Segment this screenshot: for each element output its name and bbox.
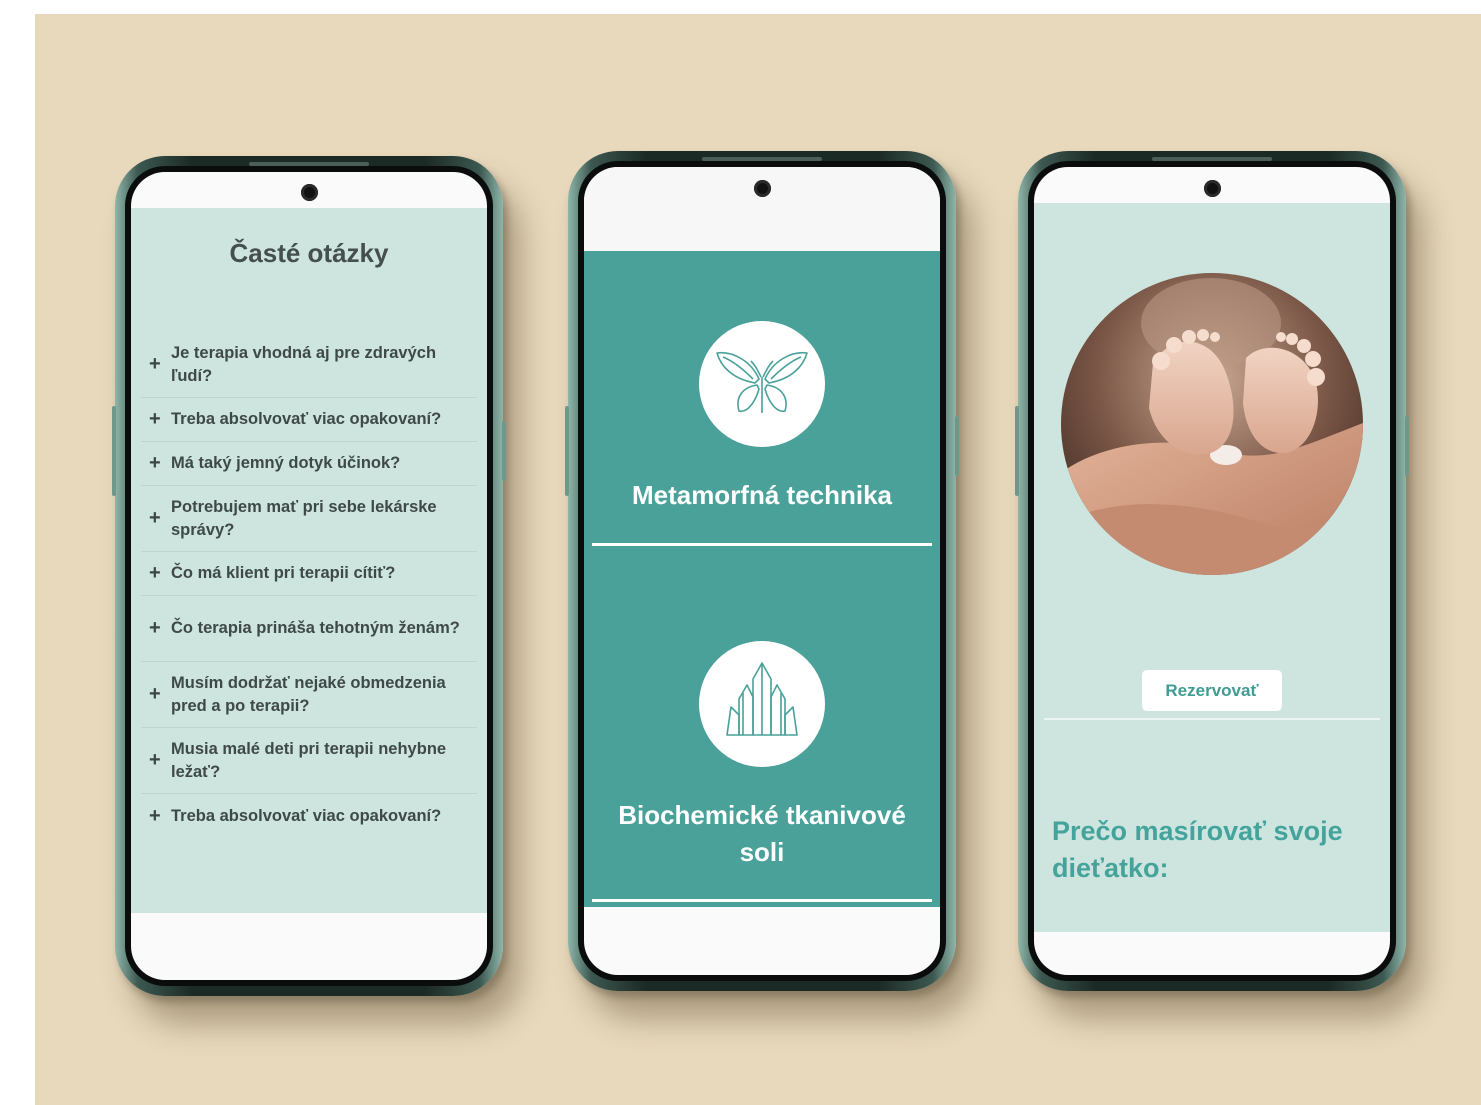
faq-item[interactable]: + Čo má klient pri terapii cítiť?	[141, 552, 477, 596]
faq-item[interactable]: + Musia malé deti pri terapii nehybne le…	[141, 728, 477, 794]
plus-icon: +	[149, 452, 161, 474]
divider	[1044, 718, 1380, 720]
phone-services: Metamorfná technika Biochemické tkanivov…	[565, 151, 959, 991]
plus-icon: +	[149, 408, 161, 430]
faq-question: Je terapia vhodná aj pre zdravých ľudí?	[171, 343, 437, 385]
divider	[592, 899, 932, 902]
divider	[592, 543, 932, 546]
phone-side-button	[955, 416, 959, 476]
faq-question: Musia malé deti pri terapii nehybne leža…	[171, 739, 447, 781]
phone-bezel: Časté otázky + Je terapia vhodná aj pre …	[125, 166, 493, 986]
faq-question: Potrebujem mať pri sebe lekárske správy?	[171, 497, 437, 539]
plus-icon: +	[149, 562, 161, 584]
service-title[interactable]: Biochemické tkanivové soli	[584, 797, 940, 871]
phone-bezel: Metamorfná technika Biochemické tkanivov…	[578, 161, 946, 981]
faq-question: Čo terapia prináša tehotným ženám?	[171, 619, 460, 637]
faq-item[interactable]: + Musím dodržať nejaké obmedzenia pred a…	[141, 662, 477, 728]
massage-content: Rezervovať Prečo masírovať svoje dieťatk…	[1034, 203, 1390, 932]
baby-feet-photo	[1061, 273, 1363, 575]
faq-question: Treba absolvovať viac opakovaní?	[171, 410, 442, 428]
front-camera	[301, 184, 318, 201]
faq-item[interactable]: + Čo terapia prináša tehotným ženám?	[141, 596, 477, 662]
faq-content: Časté otázky + Je terapia vhodná aj pre …	[131, 208, 487, 913]
plus-icon: +	[149, 353, 161, 375]
faq-item[interactable]: + Je terapia vhodná aj pre zdravých ľudí…	[141, 332, 477, 398]
services-list: Metamorfná technika Biochemické tkanivov…	[584, 251, 940, 907]
faq-screen: Časté otázky + Je terapia vhodná aj pre …	[131, 172, 487, 980]
phone-side-button	[112, 406, 116, 496]
phone-side-button	[502, 421, 506, 481]
service-icon-circle[interactable]	[699, 321, 825, 447]
phone-side-button	[565, 406, 569, 496]
phone-faq: Časté otázky + Je terapia vhodná aj pre …	[112, 156, 506, 996]
faq-item[interactable]: + Potrebujem mať pri sebe lekárske správ…	[141, 486, 477, 552]
front-camera	[1204, 180, 1221, 197]
faq-question: Čo má klient pri terapii cítiť?	[171, 564, 396, 582]
plus-icon: +	[149, 683, 161, 705]
faq-question: Treba absolvovať viac opakovaní?	[171, 806, 442, 825]
service-icon-circle[interactable]	[699, 641, 825, 767]
faq-item[interactable]: + Má taký jemný dotyk účinok?	[141, 442, 477, 486]
reserve-button[interactable]: Rezervovať	[1142, 670, 1282, 711]
faq-list: + Je terapia vhodná aj pre zdravých ľudí…	[141, 332, 477, 838]
crystal-icon	[726, 662, 798, 736]
service-title[interactable]: Metamorfná technika	[584, 477, 940, 514]
phone-side-button	[1405, 416, 1409, 476]
butterfly-icon	[716, 352, 808, 413]
front-camera	[754, 180, 771, 197]
plus-icon: +	[149, 749, 161, 771]
massage-screen: Rezervovať Prečo masírovať svoje dieťatk…	[1034, 167, 1390, 975]
faq-item[interactable]: + Treba absolvovať viac opakovaní?	[141, 794, 477, 838]
section-heading: Prečo masírovať svoje dieťatko:	[1052, 816, 1343, 883]
plus-icon: +	[149, 617, 161, 639]
mockup-background: Časté otázky + Je terapia vhodná aj pre …	[35, 14, 1481, 1105]
phone-bezel: Rezervovať Prečo masírovať svoje dieťatk…	[1028, 161, 1396, 981]
phone-side-button	[1015, 406, 1019, 496]
faq-question: Musím dodržať nejaké obmedzenia pred a p…	[171, 673, 446, 715]
plus-icon: +	[149, 507, 161, 529]
phone-massage: Rezervovať Prečo masírovať svoje dieťatk…	[1015, 151, 1409, 991]
services-screen: Metamorfná technika Biochemické tkanivov…	[584, 167, 940, 975]
plus-icon: +	[149, 804, 161, 827]
faq-item[interactable]: + Treba absolvovať viac opakovaní?	[141, 398, 477, 442]
faq-question: Má taký jemný dotyk účinok?	[171, 454, 401, 472]
page-title: Časté otázky	[229, 238, 389, 268]
